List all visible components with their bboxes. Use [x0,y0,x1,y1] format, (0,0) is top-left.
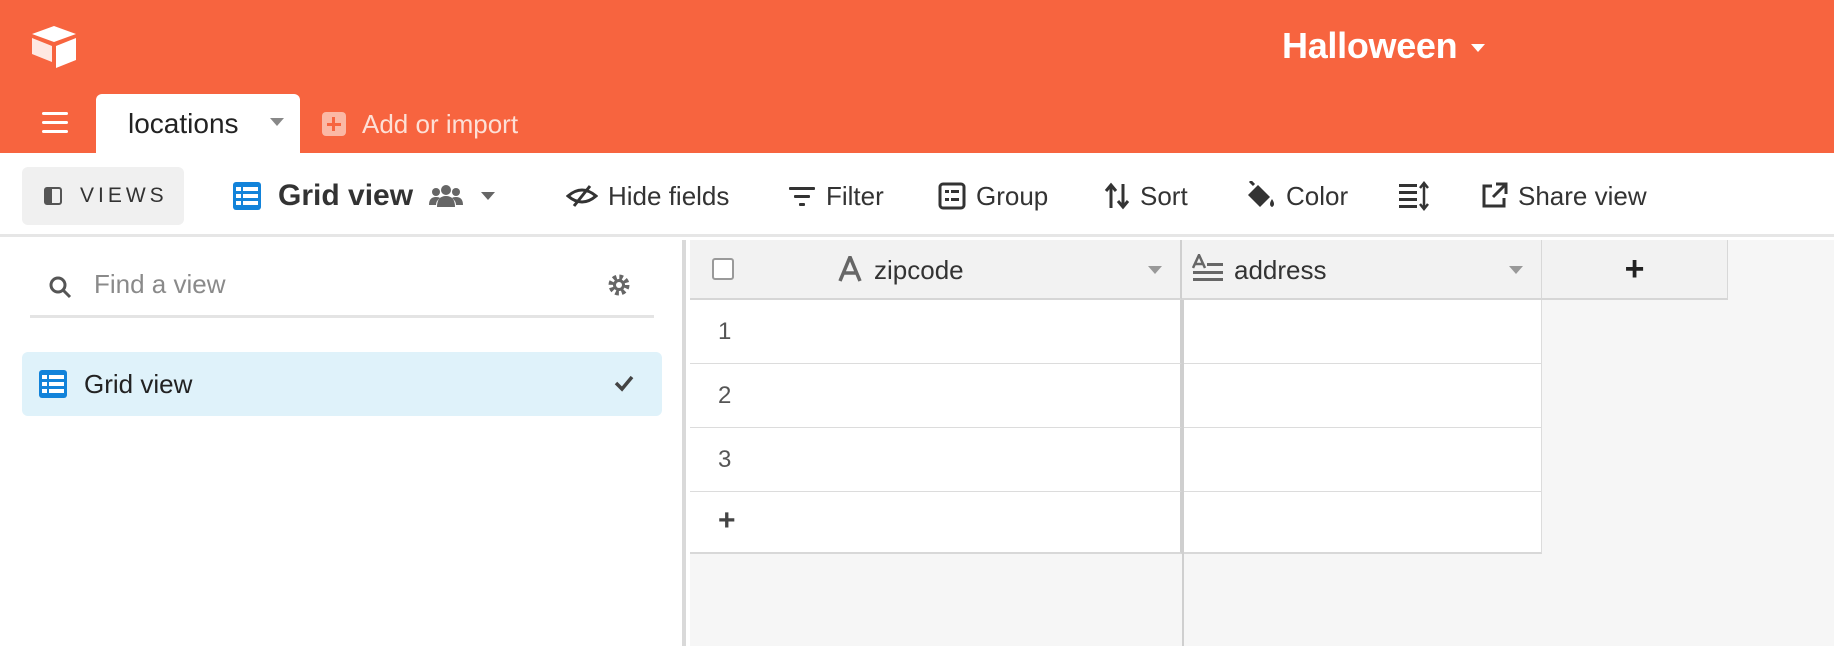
field-name: zipcode [874,255,964,285]
check-icon [614,375,634,392]
views-sidebar: Grid view [0,240,686,646]
cell-address[interactable] [1182,428,1542,492]
add-or-import-button[interactable]: Add or import [322,104,518,144]
grid-table: zipcode address + 1 2 3 + [690,240,1834,646]
row-number: 2 [718,382,732,409]
airtable-logo-icon[interactable] [30,24,78,68]
field-header-zipcode[interactable]: zipcode [690,240,1182,300]
base-title[interactable]: Halloween [1282,22,1486,70]
sort-button[interactable]: Sort [1104,175,1188,217]
view-toolbar: VIEWS Grid view Hide fields Filter Group… [0,153,1834,237]
color-label: Color [1286,180,1349,211]
chevron-down-icon [1471,44,1486,52]
add-row-button[interactable]: + [690,492,1542,556]
filter-button[interactable]: Filter [788,175,884,217]
gear-icon[interactable] [606,272,632,298]
single-line-text-icon [838,256,862,282]
hide-fields-button[interactable]: Hide fields [566,175,729,217]
views-toggle-button[interactable]: VIEWS [22,167,184,225]
chevron-down-icon[interactable] [270,118,284,126]
current-view-menu[interactable]: Grid view [232,175,496,217]
hide-fields-icon [566,185,598,207]
filter-icon [789,187,815,206]
search-icon [49,276,72,299]
plus-icon: + [718,504,736,537]
field-name: address [1234,255,1327,285]
find-view-input[interactable] [94,264,554,304]
sidebar-item-label: Grid view [84,368,193,399]
row-height-icon [1399,181,1429,211]
chevron-down-icon[interactable] [1148,266,1162,274]
grid-view-icon [39,370,67,398]
base-title-label: Halloween [1282,25,1458,66]
view-search [30,250,654,318]
cell-zipcode[interactable]: 2 [690,364,1182,428]
views-label: VIEWS [80,184,168,207]
row-number: 3 [718,446,732,473]
app-header: Halloween locations Add or import [0,0,1834,153]
grid-body: 1 2 3 + [690,300,1542,556]
chevron-down-icon [481,192,496,200]
tab-locations[interactable]: locations [96,94,300,153]
current-view-label: Grid view [278,179,414,212]
share-view-label: Share view [1518,180,1647,211]
cell-zipcode[interactable]: 1 [690,300,1182,364]
sort-icon [1104,182,1130,210]
field-header-address[interactable]: address [1182,240,1542,300]
table-row[interactable]: 2 [690,364,1542,428]
frozen-column-divider [1182,300,1184,646]
share-view-button[interactable]: Share view [1480,175,1647,217]
table-row[interactable]: 3 [690,428,1542,492]
cell-address[interactable] [1182,300,1542,364]
row-number: 1 [718,318,732,345]
filter-label: Filter [826,180,884,211]
cell-address[interactable] [1182,364,1542,428]
plus-icon [322,112,346,136]
cell-zipcode[interactable]: 3 [690,428,1182,492]
add-field-button[interactable]: + [1542,240,1728,300]
group-icon [938,182,966,210]
add-row-cell[interactable] [1182,492,1542,554]
grid-header: zipcode address + [690,240,1728,300]
group-button[interactable]: Group [938,175,1048,217]
plus-icon: + [1624,249,1645,288]
sidebar-icon [44,187,62,205]
select-all-checkbox[interactable] [712,258,734,280]
collaborative-view-icon [429,185,464,207]
sort-label: Sort [1140,180,1188,211]
grid-view-icon [233,182,261,210]
add-or-import-label: Add or import [362,108,519,139]
add-row-cell[interactable]: + [690,492,1182,554]
sidebar-item-grid-view[interactable]: Grid view [22,352,662,416]
share-icon [1482,182,1508,208]
tab-label: locations [128,107,239,139]
table-row[interactable]: 1 [690,300,1542,364]
hide-fields-label: Hide fields [608,180,730,211]
color-button[interactable]: Color [1244,175,1348,217]
group-label: Group [976,180,1049,211]
paint-bucket-icon [1248,181,1274,207]
hamburger-icon[interactable] [42,112,68,134]
chevron-down-icon[interactable] [1509,266,1523,274]
long-text-icon [1192,254,1223,281]
row-height-button[interactable] [1398,175,1440,217]
